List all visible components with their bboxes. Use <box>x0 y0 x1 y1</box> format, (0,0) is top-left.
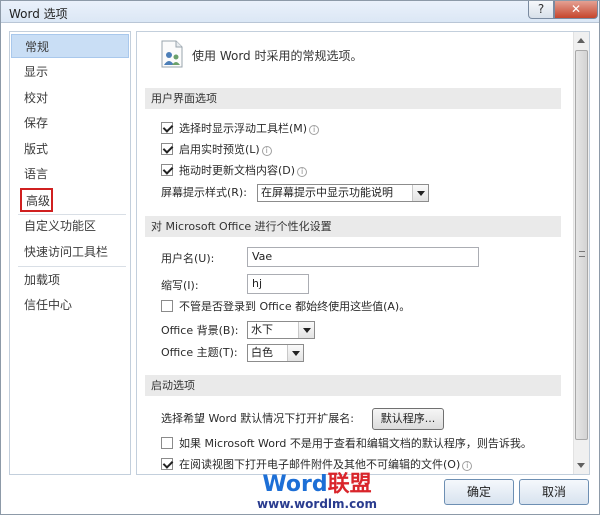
chevron-down-icon[interactable] <box>287 345 303 361</box>
sidebar-divider <box>18 266 126 267</box>
tooltip-style-label: 屏幕提示样式(R): <box>161 186 247 199</box>
ok-button[interactable]: 确定 <box>444 479 514 505</box>
notify-checkbox[interactable] <box>161 437 173 449</box>
sidebar-item-label: 加载项 <box>24 273 61 287</box>
option-label: 选择时显示浮动工具栏(M) <box>179 122 308 135</box>
watermark-title: Word联盟 <box>247 473 387 497</box>
sidebar-item-save[interactable]: 保存 <box>11 111 129 135</box>
sidebar-item-addins[interactable]: 加载项 <box>11 268 129 292</box>
general-options-icon <box>160 40 184 68</box>
sidebar-item-layout[interactable]: 版式 <box>11 137 129 161</box>
select-value: 在屏幕提示中显示功能说明 <box>261 186 393 199</box>
mini-toolbar-checkbox[interactable] <box>161 122 173 134</box>
username-label: 用户名(U): <box>161 252 215 265</box>
section-personalize: 对 Microsoft Office 进行个性化设置 <box>145 216 561 237</box>
sidebar-item-customize-ribbon[interactable]: 自定义功能区 <box>11 214 129 238</box>
username-field[interactable]: Vae <box>247 247 479 267</box>
scroll-thumb[interactable] <box>575 50 588 440</box>
live-preview-checkbox[interactable] <box>161 143 173 155</box>
tooltip-style-select[interactable]: 在屏幕提示中显示功能说明 <box>257 184 429 202</box>
select-value: 水下 <box>251 323 273 336</box>
panel-header: 使用 Word 时采用的常规选项。 <box>192 49 363 63</box>
sidebar-item-advanced[interactable]: 高级 <box>20 188 53 212</box>
scroll-up-icon[interactable] <box>577 38 585 43</box>
close-button[interactable]: ✕ <box>554 1 598 19</box>
option-live-preview[interactable]: 启用实时预览(L) i <box>161 141 272 159</box>
initials-field[interactable]: hj <box>247 274 309 294</box>
chevron-down-icon[interactable] <box>412 185 428 201</box>
option-label: 拖动时更新文档内容(D) <box>179 164 296 177</box>
reading-view-checkbox[interactable] <box>161 458 173 470</box>
word-options-dialog: Word 选项 ? ✕ 常规 显示 校对 保存 版式 语言 高级 自定义功能区 … <box>0 0 600 515</box>
option-mini-toolbar[interactable]: 选择时显示浮动工具栏(M) i <box>161 120 320 138</box>
default-extensions-label: 选择希望 Word 默认情况下打开扩展名: <box>161 412 354 425</box>
sidebar-item-display[interactable]: 显示 <box>11 60 129 84</box>
sidebar-item-language[interactable]: 语言 <box>11 162 129 186</box>
option-update-while-drag[interactable]: 拖动时更新文档内容(D) i <box>161 162 308 180</box>
section-startup: 启动选项 <box>145 375 561 396</box>
sidebar-item-label: 版式 <box>24 142 49 156</box>
section-ui-options: 用户界面选项 <box>145 88 561 109</box>
option-always-use-values[interactable]: 不管是否登录到 Office 都始终使用这些值(A)。 <box>161 298 410 316</box>
sidebar-item-label: 校对 <box>24 91 49 105</box>
option-label: 在阅读视图下打开电子邮件附件及其他不可编辑的文件(O) <box>179 458 461 471</box>
update-drag-checkbox[interactable] <box>161 164 173 176</box>
sidebar-item-label: 显示 <box>24 65 49 79</box>
sidebar-item-quick-access[interactable]: 快速访问工具栏 <box>11 240 129 264</box>
option-label: 不管是否登录到 Office 都始终使用这些值(A)。 <box>179 300 411 313</box>
select-value: 白色 <box>251 346 273 359</box>
info-icon: i <box>297 167 308 177</box>
option-label: 如果 Microsoft Word 不是用于查看和编辑文档的默认程序，则告诉我。 <box>179 437 532 450</box>
office-background-select[interactable]: 水下 <box>247 321 315 339</box>
sidebar-item-trust-center[interactable]: 信任中心 <box>11 293 129 317</box>
info-icon: i <box>309 125 320 135</box>
sidebar-item-label: 信任中心 <box>24 298 73 312</box>
grip-icon <box>579 251 585 257</box>
sidebar-item-label: 常规 <box>25 40 50 54</box>
watermark-logo: Word联盟 www.wordlm.com <box>247 473 387 512</box>
always-use-checkbox[interactable] <box>161 300 173 312</box>
options-sidebar: 常规 显示 校对 保存 版式 语言 高级 自定义功能区 快速访问工具栏 加载项 … <box>9 31 131 475</box>
sidebar-item-label: 自定义功能区 <box>24 219 97 233</box>
office-background-label: Office 背景(B): <box>161 324 239 337</box>
default-programs-button[interactable]: 默认程序... <box>372 408 444 430</box>
cancel-button[interactable]: 取消 <box>519 479 589 505</box>
sidebar-item-label: 语言 <box>24 167 49 181</box>
sidebar-item-label: 快速访问工具栏 <box>24 245 109 259</box>
watermark-word: Word <box>262 472 328 497</box>
option-label: 启用实时预览(L) <box>179 143 260 156</box>
vertical-scrollbar[interactable] <box>573 32 589 474</box>
office-theme-label: Office 主题(T): <box>161 346 238 359</box>
watermark-cn: 联盟 <box>327 472 372 497</box>
general-options-panel: 使用 Word 时采用的常规选项。 用户界面选项 选择时显示浮动工具栏(M) i … <box>136 31 590 475</box>
dialog-title: Word 选项 <box>9 7 68 21</box>
sidebar-item-proofing[interactable]: 校对 <box>11 86 129 110</box>
chevron-down-icon[interactable] <box>298 322 314 338</box>
sidebar-item-label: 保存 <box>24 116 49 130</box>
sidebar-item-label: 高级 <box>26 194 51 208</box>
close-icon: ✕ <box>570 2 582 16</box>
help-button[interactable]: ? <box>528 1 554 19</box>
info-icon: i <box>261 146 272 156</box>
option-default-program-notify[interactable]: 如果 Microsoft Word 不是用于查看和编辑文档的默认程序，则告诉我。 <box>161 435 532 453</box>
title-bar: Word 选项 ? ✕ <box>1 1 599 23</box>
info-icon: i <box>462 461 473 471</box>
help-icon: ? <box>537 2 545 16</box>
initials-label: 缩写(I): <box>161 279 199 292</box>
office-theme-select[interactable]: 白色 <box>247 344 304 362</box>
sidebar-item-general[interactable]: 常规 <box>11 34 129 58</box>
scroll-down-icon[interactable] <box>577 463 585 468</box>
watermark-url: www.wordlm.com <box>257 497 377 511</box>
